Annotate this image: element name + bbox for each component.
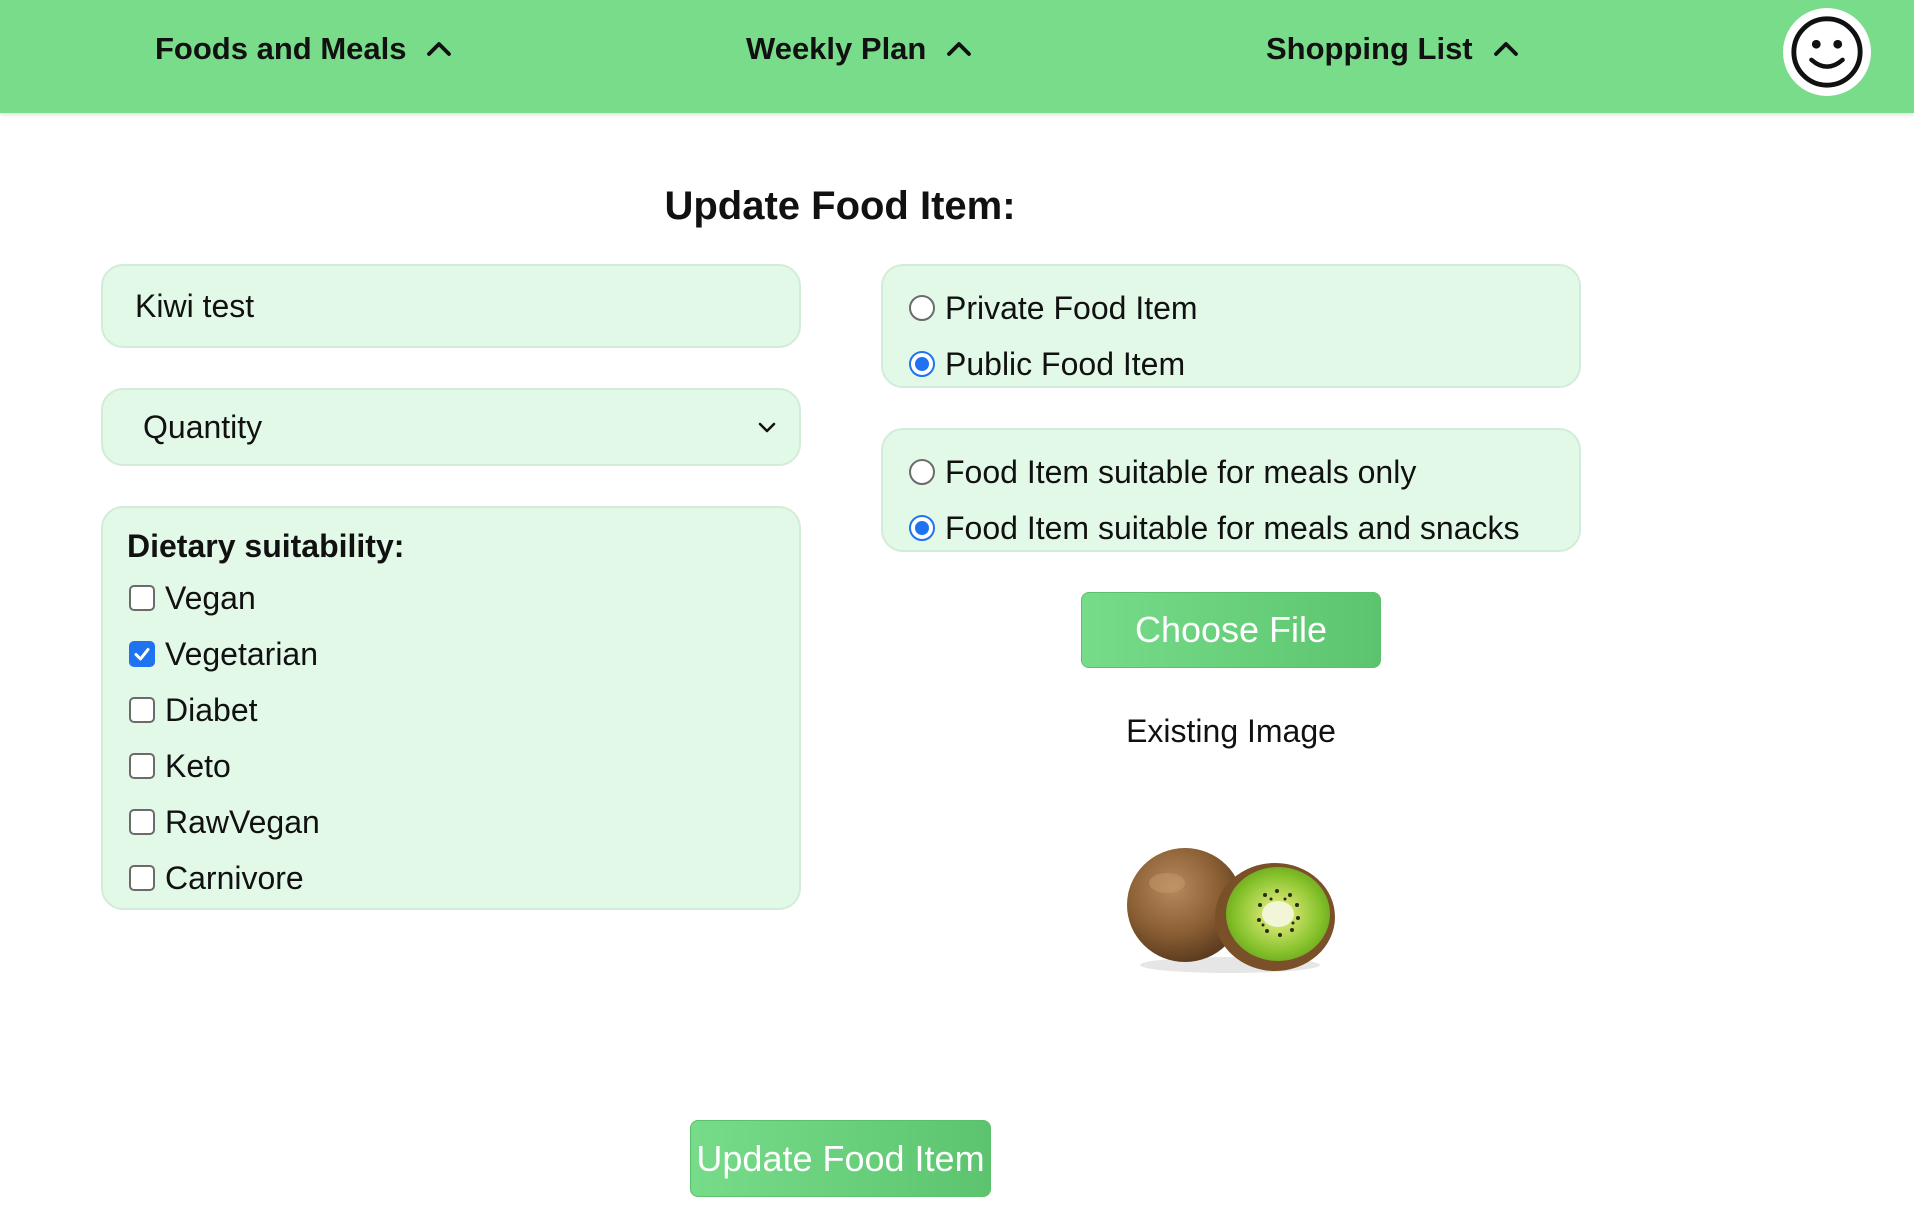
quantity-select[interactable]: Quantity [101, 388, 801, 466]
nav-shopping-list[interactable]: Shopping List [1266, 25, 1521, 73]
meals-only-radio[interactable] [909, 459, 935, 485]
chevron-up-icon [1493, 42, 1518, 56]
radio-option-private[interactable]: Private Food Item [907, 280, 1579, 336]
diabet-checkbox[interactable] [129, 697, 155, 723]
radio-option-public[interactable]: Public Food Item [907, 336, 1579, 392]
radio-option-label: Food Item suitable for meals and snacks [945, 509, 1520, 546]
public-radio[interactable] [909, 351, 935, 377]
dietary-option-label: Vegetarian [165, 635, 319, 672]
chevron-down-icon [758, 422, 776, 433]
radio-option-meals-only[interactable]: Food Item suitable for meals only [907, 444, 1579, 500]
smiley-face-icon [1791, 16, 1863, 88]
nav-foods-and-meals-label: Foods and Meals [155, 31, 407, 66]
dietary-option-carnivore[interactable]: Carnivore [127, 850, 799, 906]
existing-image-label: Existing Image [1126, 713, 1336, 749]
radio-option-label: Food Item suitable for meals only [945, 453, 1417, 490]
rawvegan-checkbox[interactable] [129, 809, 155, 835]
dietary-option-vegetarian[interactable]: Vegetarian [127, 626, 799, 682]
update-food-item-button[interactable]: Update Food Item [690, 1120, 991, 1197]
keto-checkbox[interactable] [129, 753, 155, 779]
dietary-option-label: Diabet [165, 691, 258, 728]
update-food-page: Foods and Meals Weekly Plan Shopping Lis… [0, 0, 1914, 1228]
dietary-option-label: Carnivore [165, 859, 304, 896]
nav-shopping-list-label: Shopping List [1266, 31, 1473, 66]
vegan-checkbox[interactable] [129, 585, 155, 611]
top-navbar: Foods and Meals Weekly Plan Shopping Lis… [0, 0, 1914, 113]
dietary-option-diabet[interactable]: Diabet [127, 682, 799, 738]
nav-foods-and-meals[interactable]: Foods and Meals [155, 25, 454, 73]
dietary-option-label: RawVegan [165, 803, 320, 840]
dietary-heading: Dietary suitability: [127, 528, 405, 564]
page-title: Update Food Item: [664, 184, 1016, 228]
quantity-select-value: Quantity [143, 408, 263, 445]
dietary-suitability-panel: Dietary suitability: Vegan Vegetarian Di… [101, 506, 801, 910]
dietary-option-vegan[interactable]: Vegan [127, 570, 799, 626]
checkmark-icon [134, 648, 150, 661]
visibility-radio-group: Private Food Item Public Food Item [881, 264, 1581, 388]
chevron-up-icon [947, 42, 972, 56]
radio-option-meals-and-snacks[interactable]: Food Item suitable for meals and snacks [907, 500, 1579, 556]
kiwi-image-graphic [1127, 848, 1335, 973]
choose-file-button[interactable]: Choose File [1081, 592, 1381, 668]
dietary-option-label: Vegan [165, 579, 256, 616]
kiwi-image [1125, 825, 1340, 985]
private-radio[interactable] [909, 295, 935, 321]
dietary-option-keto[interactable]: Keto [127, 738, 799, 794]
radio-option-label: Public Food Item [945, 345, 1186, 382]
meal-suitability-radio-group: Food Item suitable for meals only Food I… [881, 428, 1581, 552]
chevron-up-icon [427, 42, 452, 56]
food-name-input[interactable] [103, 266, 799, 346]
nav-weekly-plan[interactable]: Weekly Plan [746, 25, 974, 73]
dietary-option-rawvegan[interactable]: RawVegan [127, 794, 799, 850]
radio-option-label: Private Food Item [945, 289, 1198, 326]
dietary-option-label: Keto [165, 747, 231, 784]
nav-weekly-plan-label: Weekly Plan [746, 31, 927, 66]
carnivore-checkbox[interactable] [129, 865, 155, 891]
meals-and-snacks-radio[interactable] [909, 515, 935, 541]
vegetarian-checkbox[interactable] [129, 641, 155, 667]
profile-avatar[interactable] [1783, 8, 1871, 96]
food-name-field [101, 264, 801, 348]
